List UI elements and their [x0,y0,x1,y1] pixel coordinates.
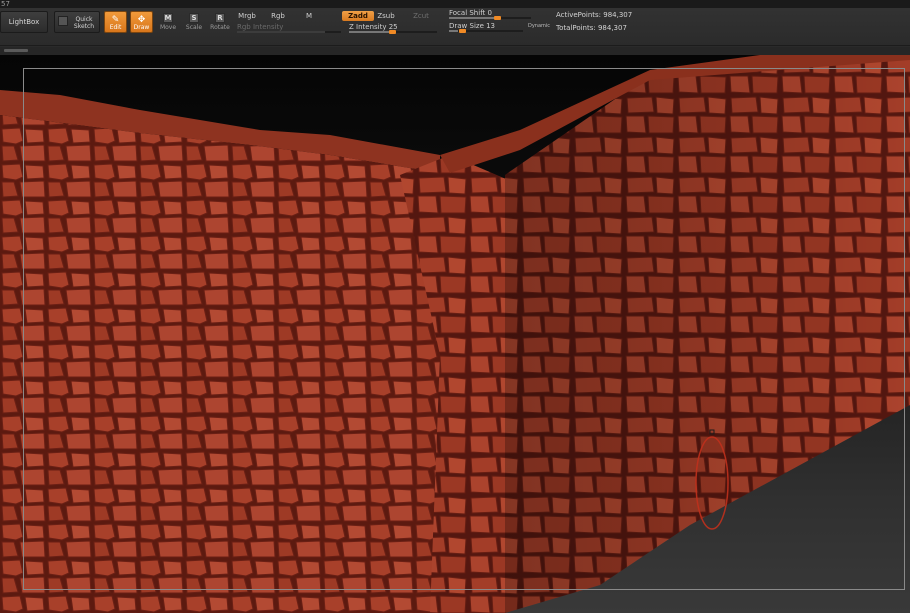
dynamic-toggle[interactable]: Dynamic [527,22,551,30]
rotate-icon: R [215,13,225,23]
focal-shift-knob[interactable] [494,16,501,20]
z-intensity-slider[interactable]: Z Intensity 25 [349,23,437,34]
document-canvas[interactable] [0,55,910,613]
rotate-button[interactable]: R Rotate [209,11,231,35]
lightbox-label: LightBox [8,18,40,26]
mrgb-toggle[interactable]: Mrgb [236,11,258,21]
lightbox-button[interactable]: LightBox [0,11,48,33]
z-intensity-knob[interactable] [389,30,396,34]
dynamic-label: Dynamic [527,23,551,29]
rgb-toggle[interactable]: Rgb [268,11,288,21]
titlebar-text: 57 [1,0,10,8]
stone-wall-model [0,55,910,613]
active-points-readout: ActivePoints: 984,307 [556,11,633,19]
zadd-toggle[interactable]: Zadd [342,11,374,21]
shelf-subbar [0,47,910,55]
quick-sketch-icon [58,16,68,26]
zcut-toggle[interactable]: Zcut [410,11,432,21]
scale-button[interactable]: S Scale [183,11,205,35]
edit-button[interactable]: ✎ Edit [104,11,127,33]
quick-sketch-button[interactable]: Quick Sketch [54,11,100,33]
edit-label: Edit [109,24,122,31]
total-points-readout: TotalPoints: 984,307 [556,24,627,32]
rgb-intensity-slider[interactable]: Rgb Intensity [237,23,341,33]
zsub-toggle[interactable]: Zsub [375,11,397,21]
rotate-label: Rotate [210,24,230,31]
shelf-grip-handle[interactable] [4,49,28,52]
scale-label: Scale [185,24,203,31]
top-shelf: LightBox Quick Sketch ✎ Edit ✥ Draw M Mo… [0,8,910,46]
focal-shift-slider[interactable]: Focal Shift 0 [449,9,531,20]
move-label: Move [159,24,177,31]
left-wall-face [0,115,450,613]
m-toggle[interactable]: M [303,11,315,21]
move-button[interactable]: M Move [157,11,179,35]
draw-label: Draw [133,24,150,31]
quick-sketch-label: Quick Sketch [73,16,95,30]
scale-icon: S [189,13,199,23]
draw-size-slider[interactable]: Draw Size 13 [449,22,523,33]
draw-button[interactable]: ✥ Draw [130,11,153,33]
move-icon: M [163,13,173,23]
draw-size-knob[interactable] [459,29,466,33]
window-titlebar: 57 [0,0,910,8]
